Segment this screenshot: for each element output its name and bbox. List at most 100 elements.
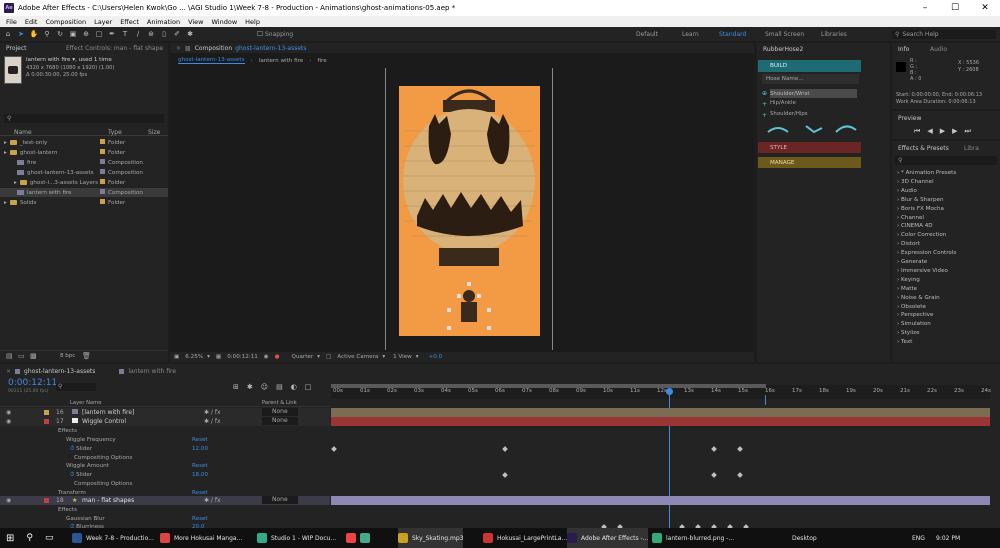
project-tab[interactable]: Project [6,45,27,52]
project-item[interactable]: ▸ Solids Folder [0,198,168,207]
comp-mini-flowchart-icon[interactable]: ⊞ [233,383,239,391]
project-item[interactable]: ▸ ghost-lantern Folder [0,148,168,157]
project-item[interactable]: fire Composition [0,158,168,167]
project-item[interactable]: lantern with fire Composition [0,188,168,197]
expand-arrow-icon[interactable]: ▸ [4,200,7,206]
close-icon[interactable]: ✕ [970,0,1000,16]
roto-brush-tool-icon[interactable]: ✐ [172,29,182,39]
label-color-swatch[interactable] [100,139,105,144]
effects-search-input[interactable]: ⚲ [895,156,997,165]
motion-blur-icon[interactable]: ◐ [291,383,297,391]
zoom-dropdown[interactable]: 6.25% [185,354,203,360]
effects-category[interactable]: › Color Correction [897,232,946,238]
composition-canvas[interactable] [399,86,540,336]
effects-group[interactable]: Effects [58,428,77,434]
switches-icon[interactable]: ✱ / fx [204,409,221,416]
expand-arrow-icon[interactable]: ▸ [14,180,17,186]
timeline-search-input[interactable]: ⚲ [56,383,96,391]
rubberhose-tab[interactable]: RubberHose2 [763,46,803,53]
work-area-end-marker[interactable] [765,395,766,405]
stopwatch-icon[interactable]: ⏱ [70,446,74,452]
column-size[interactable]: Size [148,129,160,136]
effects-presets-tab[interactable]: Effects & Presets [898,145,949,152]
taskbar-word-document[interactable]: Week 7-8 - Productio... [72,528,154,548]
reset-button[interactable]: Reset [192,437,208,443]
taskbar-image-viewer[interactable]: lantern-blurred.png -... [652,528,734,548]
label-color-swatch[interactable] [44,419,49,424]
menu-view[interactable]: View [188,18,203,26]
compositing-options[interactable]: Compositing Options [74,481,132,487]
close-tab-icon[interactable]: × [6,368,11,375]
exposure-value[interactable]: +0.0 [429,354,443,360]
link-icon[interactable]: ⊕ [762,90,767,97]
stopwatch-icon[interactable]: ⏱ [70,472,74,478]
menu-animation[interactable]: Animation [147,18,180,26]
label-color-swatch[interactable] [44,410,49,415]
color-channel-icon[interactable]: ● [275,354,280,360]
minimize-icon[interactable]: – [910,0,940,16]
opera-icon[interactable] [346,533,356,543]
play-icon[interactable]: ▶ [940,127,945,136]
slider-property[interactable]: Slider [76,446,92,452]
column-layer-name[interactable]: Layer Name [70,400,101,406]
draft-3d-icon[interactable]: ✱ [247,383,253,391]
layer-bar-18[interactable] [331,496,990,505]
reset-button[interactable]: Reset [192,463,208,469]
manage-section-header[interactable]: MANAGE [758,157,861,168]
menu-file[interactable]: File [6,18,17,26]
add-icon[interactable]: + [762,101,767,108]
effects-category[interactable]: › Noise & Grain [897,295,940,301]
workspace-libraries[interactable]: Libraries [821,27,847,41]
brush-tool-icon[interactable]: ∕ [133,29,143,39]
flow-item[interactable]: fire [318,58,327,64]
menu-help[interactable]: Help [245,18,260,26]
effects-category[interactable]: › Obsolete [897,304,926,310]
grid-icon[interactable]: ▦ [216,354,221,360]
menu-composition[interactable]: Composition [45,18,86,26]
clone-tool-icon[interactable]: ⊛ [146,29,156,39]
shy-layers-icon[interactable]: ☺ [261,383,268,391]
flow-item[interactable]: lantern with fire [259,58,303,64]
label-color-swatch[interactable] [100,169,105,174]
column-parent[interactable]: Parent & Link [262,400,297,406]
wiggle-amount-effect[interactable]: Wiggle Amount [66,463,109,469]
rectangle-tool-icon[interactable]: □ [94,29,104,39]
always-preview-icon[interactable]: ▣ [174,354,179,360]
layer-name[interactable]: [lantern with fire] [82,409,134,416]
pan-behind-tool-icon[interactable]: ⊕ [81,29,91,39]
bpc-label[interactable]: 8 bpc [60,353,75,359]
project-item[interactable]: ▸ ghost-l...3-assets Layers Folder [0,178,168,187]
slider-property[interactable]: Slider [76,472,92,478]
taskbar-desktop-toolbar[interactable]: Desktop [792,528,817,548]
workspace-small-screen[interactable]: Small Screen [765,27,804,41]
interpret-footage-icon[interactable]: ▤ [6,352,13,360]
zoom-tool-icon[interactable]: ⚲ [42,29,52,39]
libraries-tab[interactable]: Libra [964,145,979,152]
menu-edit[interactable]: Edit [25,18,38,26]
project-search-input[interactable]: ⚲ [4,114,164,123]
composition-tab-label[interactable]: Composition [195,45,232,52]
build-section-header[interactable]: BUILD [758,60,861,72]
windows-start-icon[interactable]: ⊞ [6,533,14,544]
option-shoulder-wrist[interactable]: Shoulder/Wrist [770,89,857,98]
maximize-icon[interactable]: ☐ [940,0,970,16]
timeline-tab-inactive[interactable]: lantern with fire [128,368,176,375]
option-hip-ankle[interactable]: Hip/Ankle [770,100,796,106]
chrome-icon[interactable] [360,533,370,543]
taskbar-chrome-hokusai[interactable]: More Hokusai Manga... [160,528,242,548]
flow-item-active[interactable]: ghost-lantern-13-assets [178,57,245,64]
switches-icon[interactable]: ✱ / fx [204,497,221,504]
menu-layer[interactable]: Layer [94,18,112,26]
search-help-box[interactable]: ⚲ Search Help [892,30,996,39]
trash-icon[interactable]: 🗑 [82,352,91,360]
visibility-eye-icon[interactable]: ◉ [6,497,11,504]
effects-category[interactable]: › Expression Controls [897,250,956,256]
parent-dropdown[interactable]: None [262,408,298,416]
home-icon[interactable]: ⌂ [3,29,13,39]
camera-tool-icon[interactable]: ▣ [68,29,78,39]
effects-category[interactable]: › Matte [897,286,917,292]
effects-category[interactable]: › Blur & Sharpen [897,197,944,203]
workspace-standard[interactable]: Standard [719,27,746,41]
effects-category[interactable]: › 3D Channel [897,179,934,185]
puppet-tool-icon[interactable]: ✱ [185,29,195,39]
